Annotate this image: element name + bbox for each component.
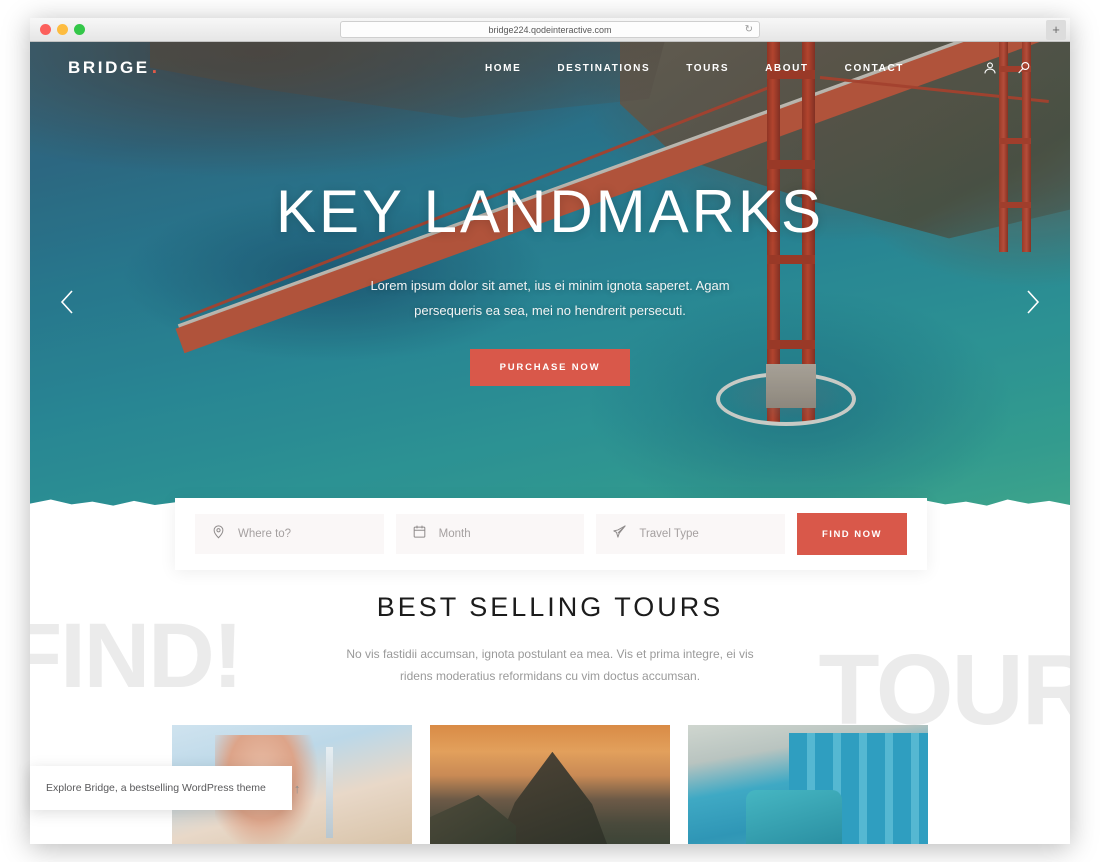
nav-icon-group bbox=[982, 60, 1032, 76]
scroll-to-top-icon[interactable]: ↑ bbox=[294, 782, 301, 795]
search-field-month[interactable]: Month bbox=[395, 514, 585, 554]
user-icon[interactable] bbox=[982, 60, 998, 76]
new-tab-button[interactable]: + bbox=[1046, 19, 1066, 40]
section-title: BEST SELLING TOURS bbox=[376, 592, 724, 622]
section-subtitle: No vis fastidii accumsan, ignota postula… bbox=[346, 647, 754, 684]
logo-text: BRIDGE bbox=[68, 58, 150, 77]
tour-card[interactable] bbox=[688, 725, 928, 844]
main-navigation: BRIDGE . HOME DESTINATIONS TOURS ABOUT C… bbox=[30, 42, 1070, 94]
minimize-window-button[interactable] bbox=[57, 24, 68, 35]
purchase-now-button[interactable]: PURCHASE NOW bbox=[469, 349, 631, 387]
address-bar[interactable]: bridge224.qodeinteractive.com ↻ bbox=[340, 21, 760, 38]
notice-text: Explore Bridge, a bestselling WordPress … bbox=[46, 782, 266, 794]
slider-prev-arrow[interactable] bbox=[52, 287, 82, 317]
site-logo[interactable]: BRIDGE . bbox=[68, 57, 160, 79]
page-viewport: BRIDGE . HOME DESTINATIONS TOURS ABOUT C… bbox=[30, 42, 1070, 844]
calendar-icon bbox=[412, 524, 427, 544]
reload-icon[interactable]: ↻ bbox=[745, 24, 753, 35]
tour-card[interactable] bbox=[430, 725, 670, 844]
maximize-window-button[interactable] bbox=[74, 24, 85, 35]
slider-next-arrow[interactable] bbox=[1018, 287, 1048, 317]
close-window-button[interactable] bbox=[40, 24, 51, 35]
theme-notice-bar: Explore Bridge, a bestselling WordPress … bbox=[30, 766, 300, 810]
nav-item-home[interactable]: HOME bbox=[485, 63, 521, 74]
hero-slider: BRIDGE . HOME DESTINATIONS TOURS ABOUT C… bbox=[30, 42, 1070, 522]
hero-content: KEY LANDMARKS Lorem ipsum dolor sit amet… bbox=[30, 178, 1070, 387]
nav-item-about[interactable]: ABOUT bbox=[765, 63, 809, 74]
nav-menu: HOME DESTINATIONS TOURS ABOUT CONTACT bbox=[485, 60, 1032, 76]
browser-toolbar: bridge224.qodeinteractive.com ↻ + bbox=[30, 18, 1070, 42]
search-field-travel-type[interactable]: Travel Type bbox=[596, 514, 786, 554]
nav-item-contact[interactable]: CONTACT bbox=[845, 63, 904, 74]
window-traffic-lights[interactable] bbox=[30, 24, 85, 35]
plane-icon bbox=[612, 524, 627, 544]
hero-title: KEY LANDMARKS bbox=[275, 178, 825, 245]
search-field-travel-type-placeholder: Travel Type bbox=[639, 528, 699, 540]
search-icon[interactable] bbox=[1016, 60, 1032, 76]
tour-search-panel: Where to? Month Travel Type FIND NOW bbox=[175, 498, 927, 570]
map-pin-icon bbox=[211, 524, 226, 544]
hero-subtitle: Lorem ipsum dolor sit amet, ius ei minim… bbox=[370, 278, 730, 318]
browser-window: bridge224.qodeinteractive.com ↻ + BRIDGE… bbox=[30, 18, 1070, 844]
watermark-find: FIND! bbox=[30, 605, 243, 707]
logo-dot: . bbox=[151, 57, 160, 78]
search-field-destination[interactable]: Where to? bbox=[195, 514, 384, 554]
search-field-month-placeholder: Month bbox=[438, 528, 471, 540]
find-now-button[interactable]: FIND NOW bbox=[797, 513, 908, 555]
nav-item-tours[interactable]: TOURS bbox=[686, 63, 729, 74]
url-text: bridge224.qodeinteractive.com bbox=[488, 24, 612, 35]
search-field-destination-placeholder: Where to? bbox=[238, 528, 292, 540]
nav-item-destinations[interactable]: DESTINATIONS bbox=[557, 63, 650, 74]
